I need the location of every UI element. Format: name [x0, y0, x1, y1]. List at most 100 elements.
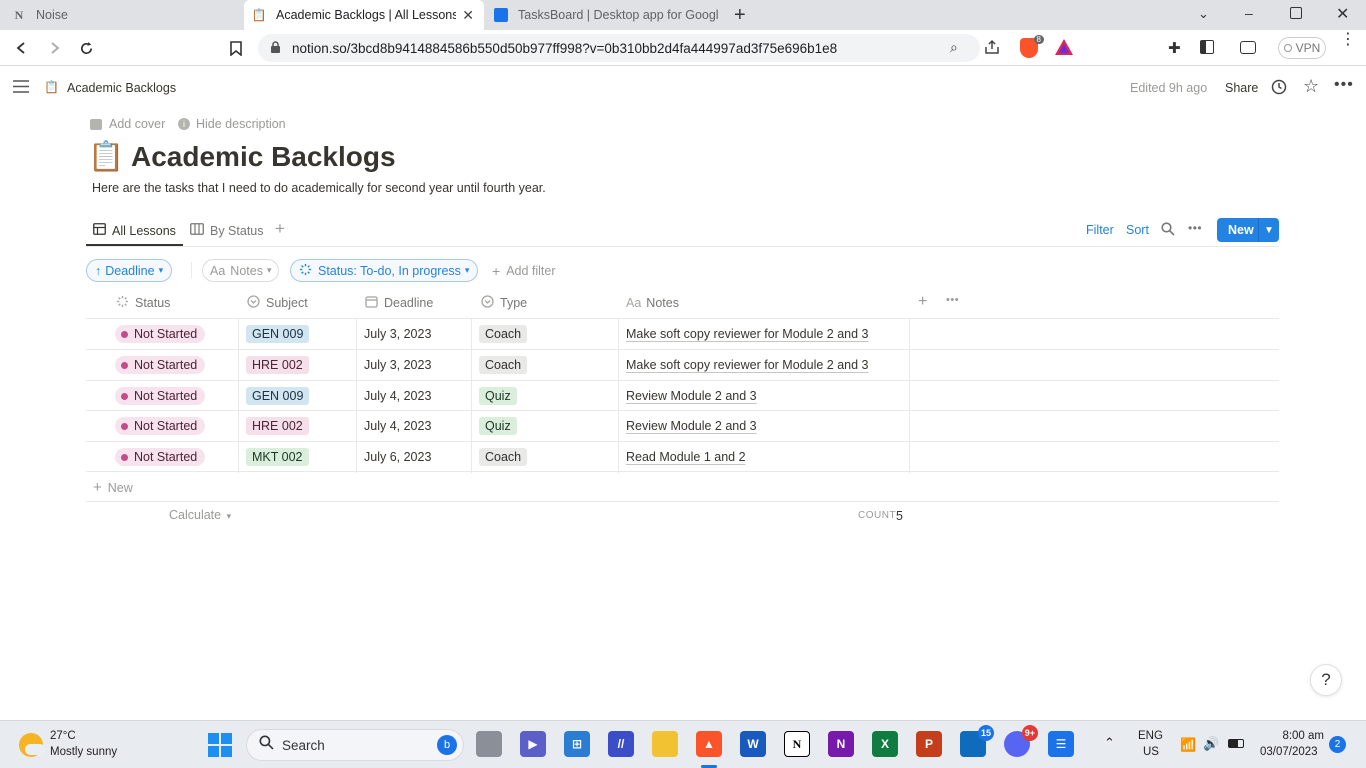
- excel-icon[interactable]: X: [872, 731, 898, 757]
- notes-cell[interactable]: Review Module 2 and 3: [626, 381, 757, 411]
- language-top[interactable]: ENG: [1138, 730, 1163, 742]
- add-filter-button[interactable]: + Add filter: [492, 263, 556, 279]
- sidebar-icon[interactable]: [1200, 40, 1214, 54]
- new-tab-icon[interactable]: +: [734, 4, 746, 27]
- app-icon[interactable]: //: [608, 731, 634, 757]
- file-explorer-icon[interactable]: [652, 731, 678, 757]
- view-options-icon[interactable]: •••: [1188, 221, 1202, 235]
- tab-by-status[interactable]: By Status: [190, 223, 264, 238]
- forward-icon[interactable]: [44, 38, 64, 58]
- column-header-notes[interactable]: Aa Notes: [626, 292, 679, 314]
- brave-browser-icon[interactable]: ▲: [696, 731, 722, 757]
- wallet-icon[interactable]: [1240, 41, 1256, 54]
- powerpoint-icon[interactable]: P: [916, 731, 942, 757]
- calculate-button[interactable]: Calculate ▾: [169, 508, 231, 522]
- windows-start-icon[interactable]: [208, 733, 232, 757]
- close-tab-icon[interactable]: ✕: [462, 7, 474, 24]
- column-header-subject[interactable]: Subject: [247, 292, 308, 314]
- add-cover-button[interactable]: Add cover: [90, 117, 165, 131]
- minimize-icon[interactable]: –: [1245, 5, 1253, 21]
- type-cell[interactable]: Coach: [479, 319, 528, 349]
- help-button[interactable]: ?: [1310, 664, 1342, 696]
- search-icon[interactable]: [1161, 222, 1175, 241]
- notes-filter-chip[interactable]: Aa Notes ▾: [202, 259, 280, 282]
- tab-academic-backlogs[interactable]: 📋 Academic Backlogs | All Lessons ✕: [244, 0, 484, 30]
- tab-noise[interactable]: N Noise: [0, 0, 242, 30]
- status-cell[interactable]: Not Started: [115, 381, 206, 411]
- deadline-cell[interactable]: July 3, 2023: [364, 319, 431, 349]
- volume-icon[interactable]: 🔊: [1203, 736, 1219, 752]
- add-view-icon[interactable]: +: [275, 219, 285, 239]
- maximize-icon[interactable]: [1290, 7, 1302, 19]
- close-window-icon[interactable]: ✕: [1336, 4, 1349, 24]
- subject-cell[interactable]: GEN 009: [246, 381, 310, 411]
- deadline-cell[interactable]: July 6, 2023: [364, 442, 431, 472]
- status-cell[interactable]: Not Started: [115, 319, 206, 349]
- browser-menu-icon[interactable]: ⋮: [1340, 32, 1356, 48]
- type-cell[interactable]: Coach: [479, 350, 528, 380]
- hide-description-button[interactable]: i Hide description: [178, 117, 286, 131]
- type-cell[interactable]: Coach: [479, 442, 528, 472]
- tab-all-lessons[interactable]: All Lessons: [93, 223, 176, 238]
- subject-cell[interactable]: HRE 002: [246, 411, 309, 441]
- outlook-icon[interactable]: 15: [960, 725, 994, 757]
- weather-sun-icon[interactable]: [19, 733, 45, 757]
- table-row[interactable]: Not Started GEN 009 July 4, 2023 Quiz Re…: [86, 380, 1279, 411]
- add-property-icon[interactable]: +: [918, 293, 927, 311]
- taskbar-search[interactable]: Search b: [246, 729, 464, 761]
- share-page-icon[interactable]: [984, 39, 1000, 60]
- table-row[interactable]: Not Started MKT 002 July 6, 2023 Coach R…: [86, 441, 1279, 472]
- page-description[interactable]: Here are the tasks that I need to do aca…: [92, 181, 546, 195]
- brave-rewards-icon[interactable]: [1054, 38, 1074, 61]
- type-cell[interactable]: Quiz: [479, 411, 517, 441]
- column-header-status[interactable]: Status: [116, 292, 170, 314]
- vpn-button[interactable]: VPN: [1278, 37, 1326, 59]
- chevron-down-icon[interactable]: ▼: [1264, 225, 1274, 236]
- deadline-cell[interactable]: July 4, 2023: [364, 381, 431, 411]
- breadcrumb[interactable]: Academic Backlogs: [67, 81, 176, 95]
- page-title[interactable]: Academic Backlogs: [131, 141, 396, 173]
- status-filter-chip[interactable]: Status: To-do, In progress ▾: [290, 259, 479, 282]
- notes-cell[interactable]: Make soft copy reviewer for Module 2 and…: [626, 350, 868, 380]
- count-value[interactable]: 5: [896, 509, 903, 523]
- history-icon[interactable]: [1271, 79, 1287, 100]
- notes-cell[interactable]: Review Module 2 and 3: [626, 411, 757, 441]
- teams-chat-icon[interactable]: ▶: [520, 731, 546, 757]
- new-button[interactable]: New ▼: [1217, 218, 1279, 242]
- zoom-icon[interactable]: ⌕: [950, 39, 958, 56]
- clock-date[interactable]: 03/07/2023: [1260, 746, 1318, 758]
- back-icon[interactable]: [12, 38, 32, 58]
- deadline-cell[interactable]: July 4, 2023: [364, 411, 431, 441]
- favorite-star-icon[interactable]: ☆: [1303, 76, 1319, 97]
- table-row[interactable]: Not Started GEN 009 July 3, 2023 Coach M…: [86, 318, 1279, 349]
- subject-cell[interactable]: HRE 002: [246, 350, 309, 380]
- onenote-icon[interactable]: N: [828, 731, 854, 757]
- deadline-cell[interactable]: July 3, 2023: [364, 350, 431, 380]
- brave-shields-icon[interactable]: 8: [1020, 35, 1044, 58]
- column-options-icon[interactable]: •••: [946, 294, 959, 306]
- table-row[interactable]: Not Started HRE 002 July 4, 2023 Quiz Re…: [86, 410, 1279, 441]
- show-hidden-icons[interactable]: ⌃: [1104, 735, 1115, 751]
- filter-button[interactable]: Filter: [1086, 223, 1114, 237]
- chevron-down-icon[interactable]: ⌄: [1198, 6, 1209, 22]
- status-cell[interactable]: Not Started: [115, 442, 206, 472]
- subject-cell[interactable]: MKT 002: [246, 442, 309, 472]
- more-options-icon[interactable]: •••: [1334, 76, 1354, 94]
- wifi-icon[interactable]: 📶: [1180, 737, 1196, 753]
- table-row[interactable]: Not Started HRE 002 July 3, 2023 Coach M…: [86, 349, 1279, 380]
- notion-app-icon[interactable]: N: [784, 731, 810, 757]
- new-row-button[interactable]: + New: [93, 479, 133, 496]
- notification-badge[interactable]: 2: [1329, 736, 1346, 753]
- share-button[interactable]: Share: [1225, 81, 1258, 95]
- status-cell[interactable]: Not Started: [115, 411, 206, 441]
- word-icon[interactable]: W: [740, 731, 766, 757]
- column-header-deadline[interactable]: Deadline: [365, 292, 433, 314]
- sort-button[interactable]: Sort: [1126, 223, 1149, 237]
- menu-icon[interactable]: [13, 80, 29, 98]
- tasksboard-app-icon[interactable]: ☰: [1048, 731, 1074, 757]
- language-bottom[interactable]: US: [1143, 746, 1159, 758]
- type-cell[interactable]: Quiz: [479, 381, 517, 411]
- column-header-type[interactable]: Type: [481, 292, 527, 314]
- microsoft-store-icon[interactable]: ⊞: [564, 731, 590, 757]
- extensions-icon[interactable]: ✚: [1168, 39, 1181, 57]
